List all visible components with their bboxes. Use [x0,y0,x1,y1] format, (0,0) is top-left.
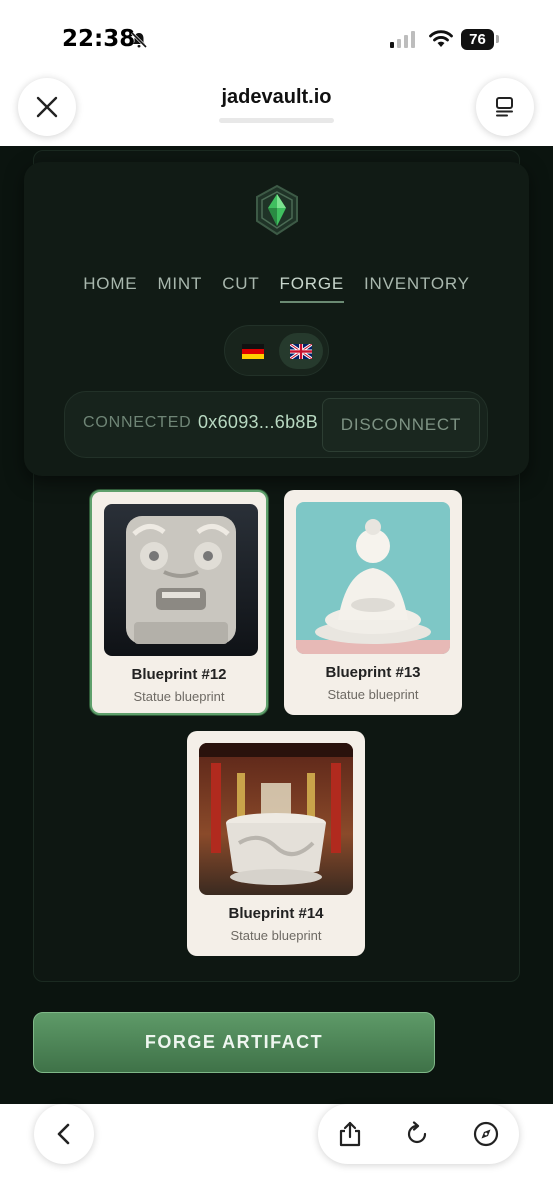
reload-icon [407,1121,427,1144]
connection-status: CONNECTED [83,414,192,431]
blueprint-title: Blueprint #13 [325,664,421,681]
tabs-icon [496,97,513,117]
buddha-statue-image [296,502,450,654]
wifi-icon [428,29,454,54]
uk-flag-icon [290,343,312,359]
blueprint-title: Blueprint #14 [228,905,324,922]
disconnect-button[interactable]: DISCONNECT [322,398,480,452]
main-nav: HOME MINT CUT FORGE INVENTORY [0,274,553,303]
battery-indicator: 76 [461,29,494,50]
language-de-button[interactable] [231,333,275,369]
web-page: HOME MINT CUT FORGE INVENTORY CONNECTED … [0,146,553,1104]
status-time: 22:38 [62,26,136,52]
chevron-left-icon [57,1123,70,1145]
share-button[interactable] [332,1116,368,1152]
tabs-button[interactable] [476,78,534,136]
nav-inventory[interactable]: INVENTORY [364,274,470,303]
wallet-address: 0x6093...6b8B [198,412,318,432]
nav-home[interactable]: HOME [83,274,137,303]
blueprint-card[interactable]: Blueprint #13 Statue blueprint [284,490,462,715]
bell-muted-icon [130,31,148,54]
compass-icon [473,1121,499,1147]
share-icon [339,1121,361,1147]
blueprint-card[interactable]: Blueprint #14 Statue blueprint [187,731,365,956]
germany-flag-icon [242,343,264,359]
jade-vault-logo-icon [256,184,298,236]
vessel-statue-image [199,743,353,895]
nav-mint[interactable]: MINT [157,274,202,303]
blueprint-subtitle: Statue blueprint [327,687,419,702]
back-button[interactable] [34,1104,94,1164]
nav-cut[interactable]: CUT [222,274,259,303]
statue-image [104,504,258,656]
blueprint-subtitle: Statue blueprint [230,928,322,943]
forge-artifact-button[interactable]: FORGE ARTIFACT [33,1012,435,1073]
battery-tip [496,35,499,43]
wallet-status: CONNECTED 0x6093...6b8B DISCONNECT [64,391,488,458]
url-underline [219,118,334,123]
status-bar: 22:38 76 [0,0,553,74]
language-en-button[interactable] [279,333,323,369]
browser-bottom-bar [0,1104,553,1200]
compass-button[interactable] [468,1116,504,1152]
url-text[interactable]: jadevault.io [0,86,553,109]
blueprint-subtitle: Statue blueprint [133,689,225,704]
language-switcher [224,325,329,376]
reload-button[interactable] [399,1116,435,1152]
blueprint-card[interactable]: Blueprint #12 Statue blueprint [90,490,268,715]
browser-top-bar: jadevault.io [0,74,553,146]
blueprint-title: Blueprint #12 [131,666,227,683]
cellular-signal-icon [390,30,415,48]
nav-forge[interactable]: FORGE [279,274,345,303]
browser-actions [318,1104,519,1164]
